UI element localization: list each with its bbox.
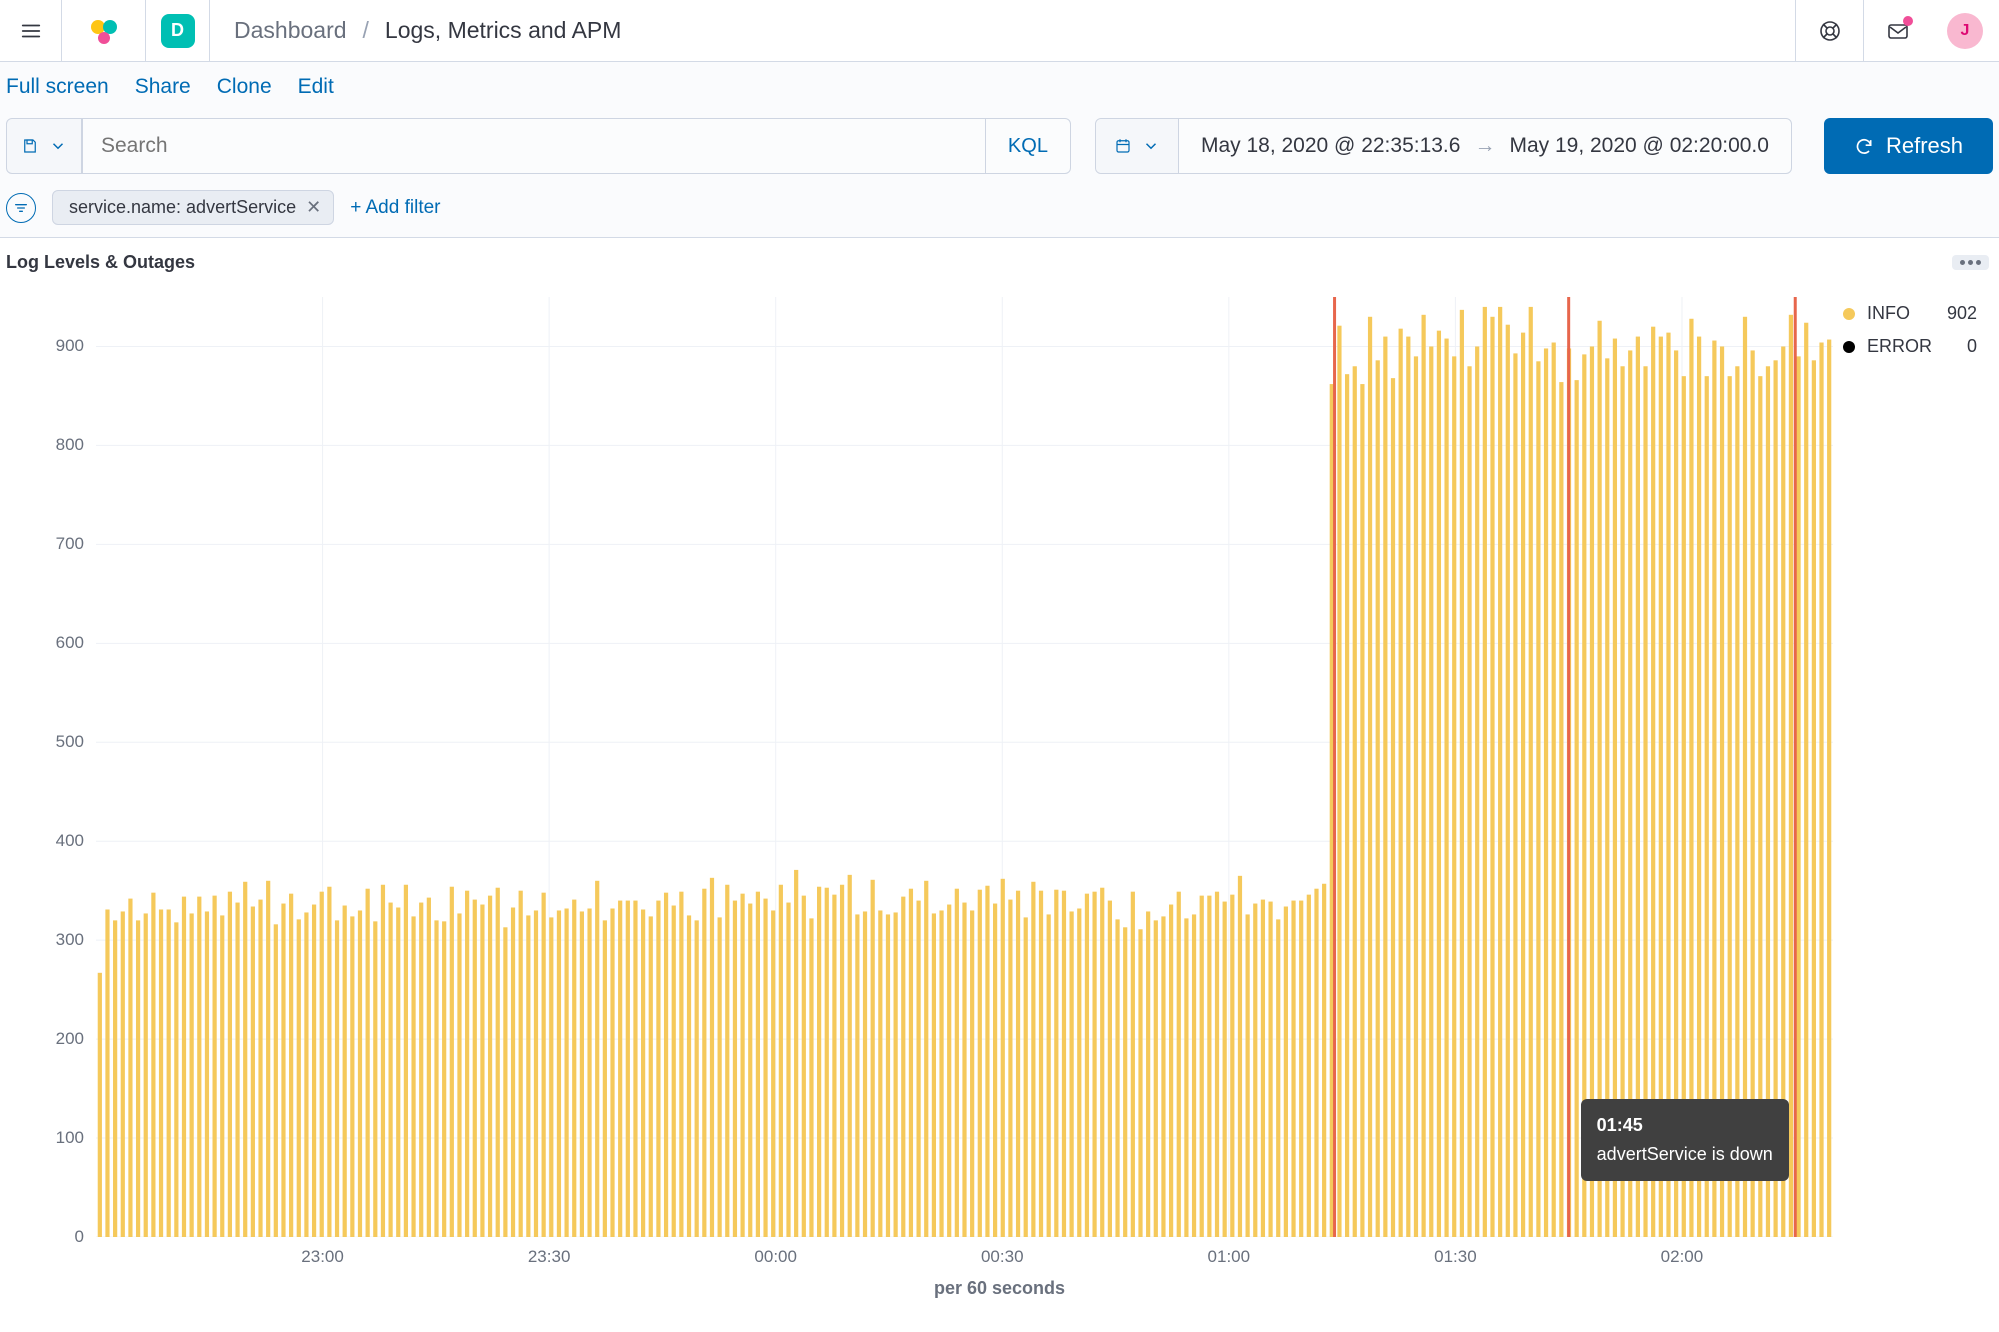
remove-filter-icon[interactable]: ✕ [306,197,321,218]
filter-options-button[interactable] [6,193,36,223]
date-from: May 18, 2020 @ 22:35:13.6 [1201,134,1461,158]
x-tick-label: 01:00 [1208,1247,1251,1267]
filter-pill-service-name[interactable]: service.name: advertService ✕ [52,190,334,225]
elastic-logo[interactable] [62,0,146,61]
user-menu[interactable]: J [1931,0,1999,61]
edit-link[interactable]: Edit [298,75,334,99]
lifebuoy-icon [1818,19,1842,43]
y-tick-label: 200 [56,1029,84,1049]
search-input[interactable] [83,119,985,173]
breadcrumb-current: Logs, Metrics and APM [385,17,622,44]
avatar: J [1947,13,1983,49]
y-tick-label: 800 [56,435,84,455]
x-tick-label: 00:30 [981,1247,1024,1267]
panel-options-button[interactable] [1952,255,1989,270]
panel-title: Log Levels & Outages [6,252,195,273]
save-icon [21,137,39,155]
x-tick-label: 23:00 [301,1247,344,1267]
filter-pill-label: service.name: advertService [69,197,296,218]
x-tick-label: 01:30 [1434,1247,1477,1267]
breadcrumb-root[interactable]: Dashboard [234,17,347,44]
date-to: May 19, 2020 @ 02:20:00.0 [1509,134,1769,158]
y-tick-label: 400 [56,831,84,851]
legend-item-info[interactable]: INFO 902 [1843,303,1983,324]
date-picker[interactable]: May 18, 2020 @ 22:35:13.6 → May 19, 2020… [1095,118,1792,174]
chevron-down-icon [49,137,67,155]
y-tick-label: 600 [56,633,84,653]
add-filter-button[interactable]: + Add filter [350,197,440,219]
calendar-icon [1114,137,1132,155]
breadcrumb: Dashboard / Logs, Metrics and APM [210,0,645,61]
arrow-right-icon: → [1474,134,1495,158]
share-link[interactable]: Share [135,75,191,99]
y-tick-label: 900 [56,336,84,356]
refresh-button[interactable]: Refresh [1824,118,1993,174]
y-tick-label: 0 [75,1227,84,1247]
y-tick-label: 700 [56,534,84,554]
hamburger-icon [20,20,42,42]
kql-toggle[interactable]: KQL [985,119,1070,173]
nav-menu-button[interactable] [0,0,62,61]
filter-icon [13,200,29,216]
full-screen-link[interactable]: Full screen [6,75,109,99]
elastic-logo-icon [88,15,120,47]
legend-item-error[interactable]: ERROR 0 [1843,336,1983,357]
y-tick-label: 300 [56,930,84,950]
y-tick-label: 500 [56,732,84,752]
help-button[interactable] [1795,0,1863,61]
y-tick-label: 100 [56,1128,84,1148]
space-badge: D [161,14,195,48]
refresh-icon [1854,136,1874,156]
chart[interactable]: INFO 902 ERROR 0 01:45 advertService is … [16,297,1983,1317]
space-selector[interactable]: D [146,0,210,61]
chevron-down-icon [1142,137,1160,155]
notification-dot [1903,16,1913,26]
clone-link[interactable]: Clone [217,75,272,99]
breadcrumb-separator: / [363,17,369,44]
chart-legend: INFO 902 ERROR 0 [1843,297,1983,369]
x-tick-label: 00:00 [754,1247,797,1267]
saved-queries-button[interactable] [6,118,82,174]
x-tick-label: 02:00 [1661,1247,1704,1267]
x-tick-label: 23:30 [528,1247,571,1267]
xaxis-title: per 60 seconds [934,1278,1065,1299]
news-button[interactable] [1863,0,1931,61]
